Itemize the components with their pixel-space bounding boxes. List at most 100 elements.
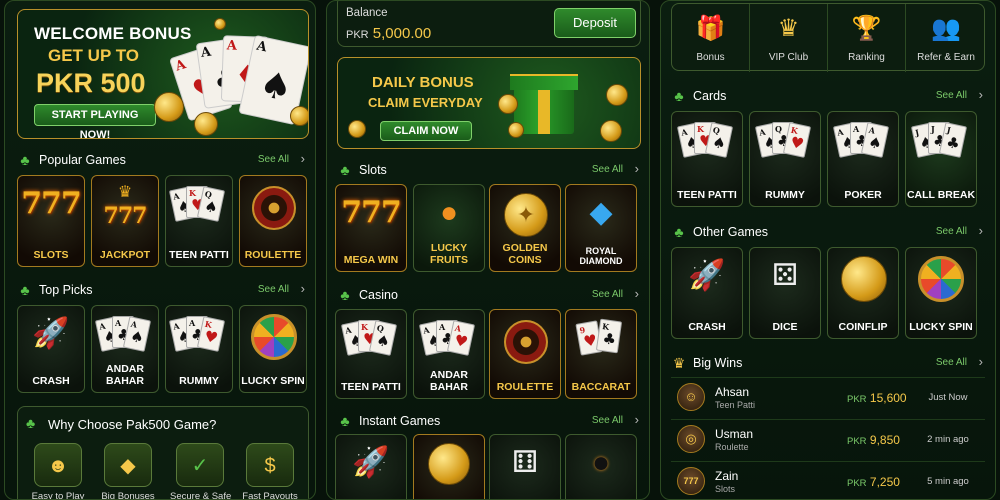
win-amount: PKR 15,600 — [847, 391, 907, 405]
game-label: ROULETTE — [496, 381, 554, 393]
game-label: MEGA WIN — [343, 254, 399, 266]
see-all-link[interactable]: See All — [936, 90, 967, 101]
see-all-link[interactable]: See All — [258, 284, 289, 295]
winner-name: Usman — [715, 427, 754, 441]
game-tile-lucky-spin[interactable]: LUCKY SPIN — [239, 305, 307, 393]
winner-game: Roulette — [715, 442, 749, 452]
why-choose-title: Why Choose Pak500 Game? — [48, 417, 217, 432]
chevron-right-icon[interactable]: › — [635, 161, 639, 176]
game-tile-teen-patti[interactable]: A ♠ K ♥ Q ♠ TEEN PATTI — [335, 309, 407, 399]
chevron-right-icon[interactable]: › — [635, 286, 639, 301]
see-all-link[interactable]: See All — [936, 226, 967, 237]
start-playing-button[interactable]: START PLAYING NOW! — [34, 104, 156, 138]
cards-icon: A ♠ A ♣ A ♠ — [832, 120, 890, 164]
chevron-right-icon[interactable]: › — [635, 412, 639, 427]
chevron-right-icon[interactable]: › — [301, 281, 305, 296]
game-label: LUCKY SPIN — [909, 321, 973, 333]
game-tile-coinflip[interactable]: COINFLIP — [827, 247, 899, 339]
game-label: ANDAR BAHAR — [430, 369, 468, 393]
game-label: TEEN PATTI — [677, 189, 737, 201]
game-tile-mines[interactable]: ● — [565, 434, 637, 499]
deposit-button[interactable]: Deposit — [554, 8, 636, 38]
nav-bonus[interactable]: 🎁 Bonus — [672, 4, 750, 72]
trophy-icon: 🏆 — [851, 15, 882, 42]
roulette-wheel-icon — [504, 320, 548, 364]
game-tile-andar-bahar[interactable]: A ♠ A ♣ A ♥ ANDAR BAHAR — [413, 309, 485, 399]
game-tile-crash[interactable]: 🚀 — [335, 434, 407, 499]
game-label: CRASH — [32, 375, 70, 387]
coin-icon — [498, 94, 518, 114]
gamepad-icon: ♣ — [20, 282, 30, 298]
clover-icon: ♣ — [674, 224, 684, 240]
game-label: ROULETTE — [244, 249, 302, 261]
nav-refer-earn[interactable]: 👥 Refer & Earn — [906, 4, 986, 72]
game-tile-rummy[interactable]: A ♠ Q ♣ K ♥ RUMMY — [749, 111, 821, 207]
game-tile-lucky-fruits[interactable]: ● LUCKY FRUITS — [413, 184, 485, 272]
winner-name: Zain — [715, 469, 739, 483]
coin-icon — [154, 92, 184, 122]
game-tile-poker[interactable]: A ♠ A ♣ A ♠ POKER — [827, 111, 899, 207]
game-label: CRASH — [688, 321, 726, 333]
game-tile-roulette[interactable]: ROULETTE — [489, 309, 561, 399]
game-tile-dice[interactable]: ⚅ — [489, 434, 561, 499]
chevron-right-icon[interactable]: › — [979, 223, 983, 238]
game-tile-roulette[interactable]: ROULETTE — [239, 175, 307, 267]
section-title: Instant Games — [359, 414, 441, 428]
game-tile-teen-patti[interactable]: A ♠ K ♥ Q ♠ TEEN PATTI — [671, 111, 743, 207]
chevron-right-icon[interactable]: › — [979, 87, 983, 102]
nav-ranking[interactable]: 🏆 Ranking — [828, 4, 906, 72]
game-tile-mega-win[interactable]: 777 MEGA WIN — [335, 184, 407, 272]
clover-icon: ♣ — [674, 88, 684, 104]
rocket-icon: 🚀 — [352, 446, 390, 479]
nav-vip-club[interactable]: ♛ VIP Club — [750, 4, 828, 72]
balance-card: Balance PKR 5,000.00 Deposit — [337, 1, 641, 47]
feature-fast-payouts: $ Fast Payouts — [240, 443, 300, 499]
roulette-icon: ◎ — [677, 425, 705, 453]
spin-wheel-icon — [918, 256, 964, 302]
see-all-link[interactable]: See All — [592, 289, 623, 300]
chevron-right-icon[interactable]: › — [979, 354, 983, 369]
list-item: ☺ Ahsan Teen Patti PKR 15,600 Just Now — [671, 377, 985, 417]
chevron-right-icon[interactable]: › — [301, 151, 305, 166]
daily-subtitle: CLAIM EVERYDAY — [368, 95, 483, 110]
game-tile-golden-coins[interactable]: ✦ GOLDEN COINS — [489, 184, 561, 272]
claim-now-button[interactable]: CLAIM NOW — [380, 121, 472, 141]
big-wins-list: ☺ Ahsan Teen Patti PKR 15,600 Just Now ◎… — [671, 377, 985, 499]
game-tile-slots[interactable]: 777 SLOTS — [17, 175, 85, 267]
spin-wheel-icon — [251, 314, 297, 360]
slots-777-icon: 777 — [341, 195, 402, 230]
clover-icon: ♣ — [340, 162, 350, 178]
feature-secure: ✓ Secure & Safe — [170, 443, 231, 499]
see-all-link[interactable]: See All — [592, 164, 623, 175]
coin-icon — [508, 122, 524, 138]
game-label: ANDAR BAHAR — [106, 363, 144, 387]
game-tile-coinflip[interactable] — [413, 434, 485, 499]
coin-icon — [194, 112, 218, 136]
bonus-icon: ◆ — [104, 443, 152, 487]
game-tile-call-break[interactable]: J ♠ J ♣ J ♣ CALL BREAK — [905, 111, 977, 207]
balance-value: PKR 5,000.00 — [346, 25, 432, 42]
avatar: ☺ — [677, 383, 705, 411]
game-tile-dice[interactable]: ⚄ DICE — [749, 247, 821, 339]
daily-title: DAILY BONUS — [372, 74, 474, 91]
welcome-bonus-banner[interactable]: WELCOME BONUS GET UP TO PKR 500 START PL… — [17, 9, 309, 139]
game-tile-lucky-spin[interactable]: LUCKY SPIN — [905, 247, 977, 339]
game-tile-andar-bahar[interactable]: A ♠ A ♣ A ♠ ANDAR BAHAR — [91, 305, 159, 393]
win-time: Just Now — [928, 392, 968, 403]
game-label: TEEN PATTI — [341, 381, 401, 393]
big-wins-header: ♛ Big Wins See All › — [671, 354, 985, 372]
game-tile-crash[interactable]: 🚀 CRASH — [671, 247, 743, 339]
see-all-link[interactable]: See All — [258, 154, 289, 165]
game-tile-baccarat[interactable]: 9 ♥ K ♣ BACCARAT — [565, 309, 637, 399]
person-icon: ☻ — [34, 443, 82, 487]
see-all-link[interactable]: See All — [592, 415, 623, 426]
see-all-link[interactable]: See All — [936, 357, 967, 368]
dice-icon: ⚅ — [511, 446, 539, 479]
game-label: SLOTS — [33, 249, 69, 261]
game-tile-teen-patti[interactable]: A ♠ K ♥ Q ♠ TEEN PATTI — [165, 175, 233, 267]
game-tile-rummy[interactable]: A ♠ A ♣ K ♥ RUMMY — [165, 305, 233, 393]
game-tile-crash[interactable]: 🚀 CRASH — [17, 305, 85, 393]
game-tile-jackpot[interactable]: ♛ 777 JACKPOT — [91, 175, 159, 267]
game-tile-royal-diamond[interactable]: ◆ ROYAL DIAMOND — [565, 184, 637, 272]
daily-bonus-banner[interactable]: DAILY BONUS CLAIM EVERYDAY CLAIM NOW — [337, 57, 641, 149]
